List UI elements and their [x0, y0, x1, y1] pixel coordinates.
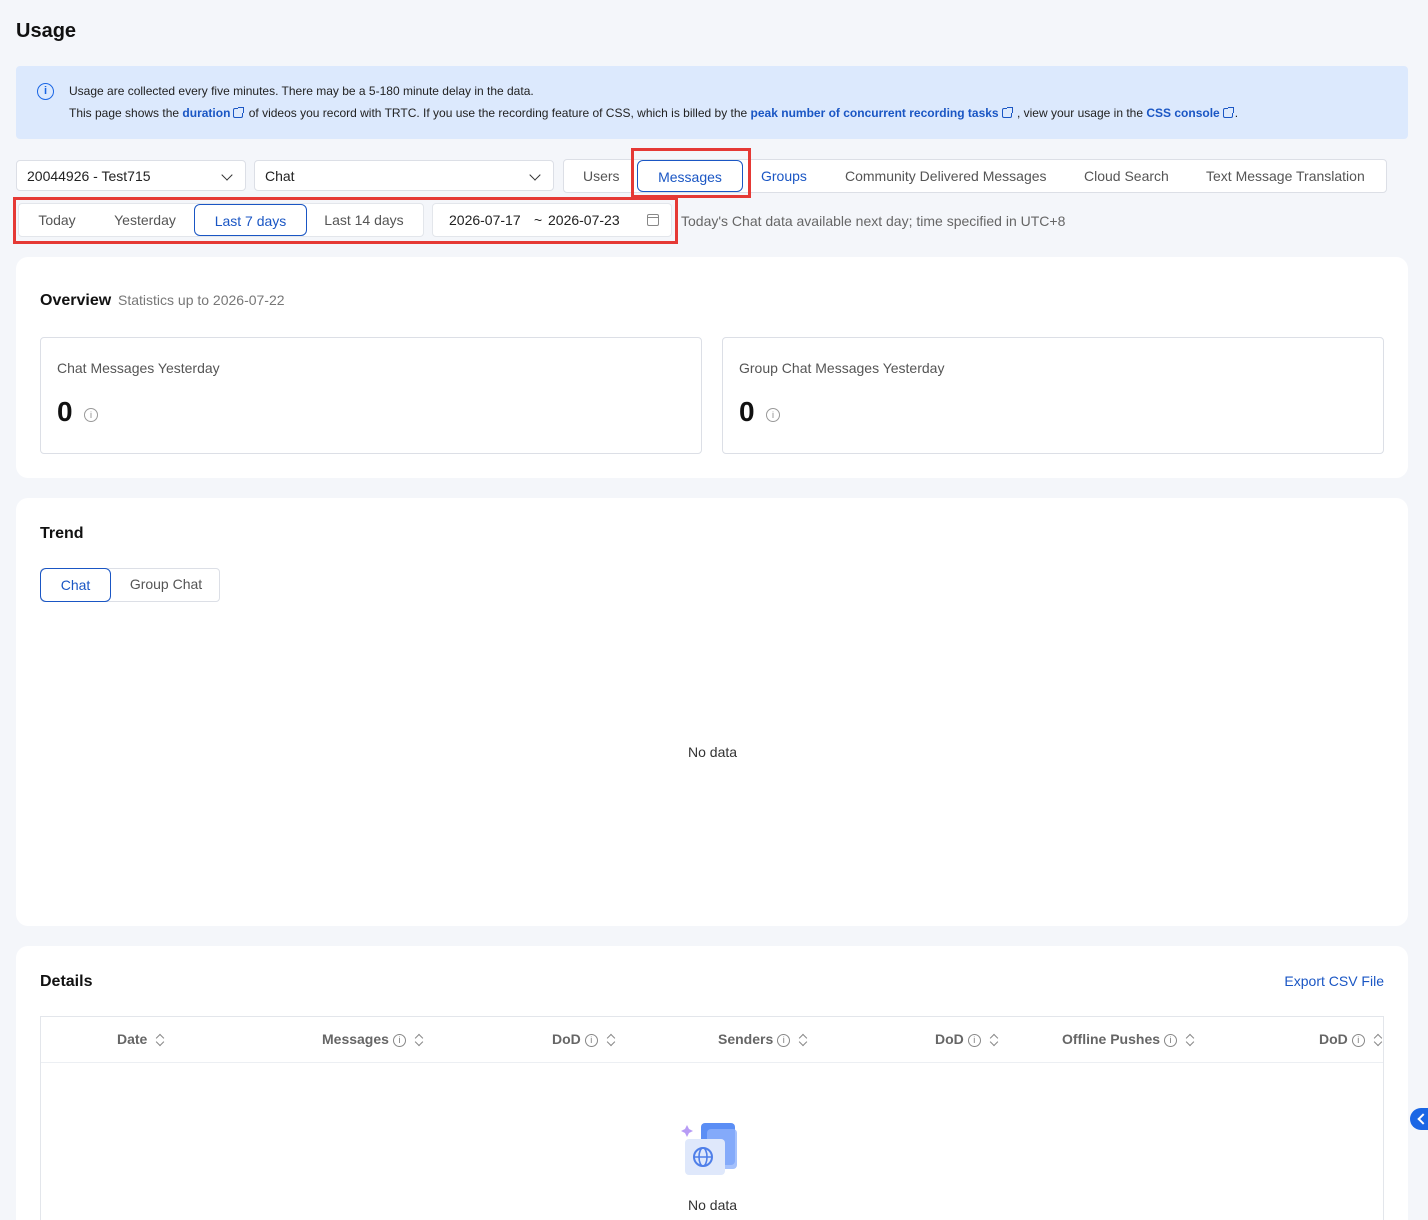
- product-select-value: Chat: [265, 168, 295, 184]
- sort-icon[interactable]: [798, 1033, 808, 1047]
- overview-subtitle: Statistics up to 2026-07-22: [118, 292, 285, 308]
- table-header: Date Messages i DoD i Senders i DoD i Offlin…: [41, 1017, 1383, 1063]
- column-date[interactable]: Date: [117, 1031, 165, 1047]
- info-circle-icon[interactable]: i: [84, 408, 98, 422]
- trend-tab-group-chat[interactable]: Group Chat: [113, 568, 219, 602]
- stat-group-chat-messages-yesterday: Group Chat Messages Yesterday 0 i: [722, 337, 1384, 454]
- trend-title: Trend: [40, 525, 84, 542]
- details-empty-state: No data: [688, 1197, 738, 1213]
- details-table: Date Messages i DoD i Senders i DoD i Offlin…: [40, 1016, 1384, 1220]
- column-dod[interactable]: DoD i: [1319, 1031, 1383, 1047]
- info-circle-icon[interactable]: i: [392, 1034, 406, 1047]
- details-card: Details Export CSV File Date Messages i D…: [16, 946, 1408, 1220]
- app-select[interactable]: 20044926 - Test715: [16, 160, 246, 191]
- notice-line-1: Usage are collected every five minutes. …: [69, 84, 534, 98]
- tab-community-delivered-messages[interactable]: Community Delivered Messages: [845, 160, 1047, 192]
- column-dod[interactable]: DoD i: [552, 1031, 616, 1047]
- highlight-box-messages: [631, 148, 751, 198]
- column-senders[interactable]: Senders i: [718, 1031, 808, 1047]
- chevron-left-icon[interactable]: [1410, 1108, 1428, 1130]
- column-offline-pushes[interactable]: Offline Pushes i: [1062, 1031, 1195, 1047]
- sort-icon[interactable]: [1373, 1033, 1383, 1047]
- info-circle-icon[interactable]: i: [777, 1034, 791, 1047]
- stat-label: Group Chat Messages Yesterday: [739, 360, 945, 376]
- app-select-value: 20044926 - Test715: [27, 168, 151, 184]
- trend-card: Trend Chat Group Chat No data: [16, 498, 1408, 926]
- column-messages[interactable]: Messages i: [322, 1031, 424, 1047]
- details-title: Details: [40, 973, 93, 990]
- external-link-icon[interactable]: [1001, 107, 1013, 118]
- column-dod[interactable]: DoD i: [935, 1031, 999, 1047]
- css-console-link[interactable]: CSS console: [1146, 106, 1219, 120]
- sort-icon[interactable]: [1185, 1033, 1195, 1047]
- info-circle-icon[interactable]: i: [967, 1034, 981, 1047]
- data-availability-hint: Today's Chat data available next day; ti…: [681, 213, 1066, 229]
- sort-icon[interactable]: [606, 1033, 616, 1047]
- trend-toggle: Chat Group Chat: [40, 568, 220, 602]
- info-circle-icon[interactable]: i: [1164, 1034, 1178, 1047]
- overview-title: Overview: [40, 292, 112, 309]
- product-select[interactable]: Chat: [254, 160, 554, 191]
- tab-users[interactable]: Users: [583, 160, 620, 192]
- sort-icon[interactable]: [155, 1033, 165, 1047]
- empty-globe-document-icon: [681, 1123, 737, 1175]
- notice-line-2: This page shows the duration of videos y…: [69, 106, 1239, 120]
- tab-groups[interactable]: Groups: [761, 160, 807, 192]
- export-csv-button[interactable]: Export CSV File: [1284, 973, 1384, 989]
- sort-icon[interactable]: [414, 1033, 424, 1047]
- chevron-down-icon: [529, 169, 541, 181]
- overview-card: Overview Statistics up to 2026-07-22 Cha…: [16, 257, 1408, 478]
- stat-label: Chat Messages Yesterday: [57, 360, 220, 376]
- sort-icon[interactable]: [989, 1033, 999, 1047]
- page-title: Usage: [16, 20, 77, 42]
- stat-value: 0: [57, 396, 73, 427]
- peak-tasks-link[interactable]: peak number of concurrent recording task…: [751, 106, 999, 120]
- highlight-box-range: [13, 197, 678, 244]
- info-circle-icon[interactable]: i: [584, 1034, 598, 1047]
- stat-chat-messages-yesterday: Chat Messages Yesterday 0 i: [40, 337, 702, 454]
- external-link-icon[interactable]: [1222, 107, 1234, 118]
- info-circle-icon[interactable]: i: [1351, 1034, 1365, 1047]
- info-notice: i Usage are collected every five minutes…: [16, 66, 1408, 139]
- chevron-down-icon: [221, 169, 233, 181]
- external-link-icon[interactable]: [233, 107, 245, 118]
- trend-empty-state: No data: [688, 744, 738, 760]
- trend-tab-chat[interactable]: Chat: [40, 568, 111, 602]
- info-circle-icon[interactable]: i: [766, 408, 780, 422]
- stat-value: 0: [739, 396, 755, 427]
- info-circle-icon: i: [37, 83, 54, 100]
- duration-link[interactable]: duration: [182, 106, 230, 120]
- tab-text-message-translation[interactable]: Text Message Translation: [1206, 160, 1365, 192]
- tab-cloud-search[interactable]: Cloud Search: [1084, 160, 1169, 192]
